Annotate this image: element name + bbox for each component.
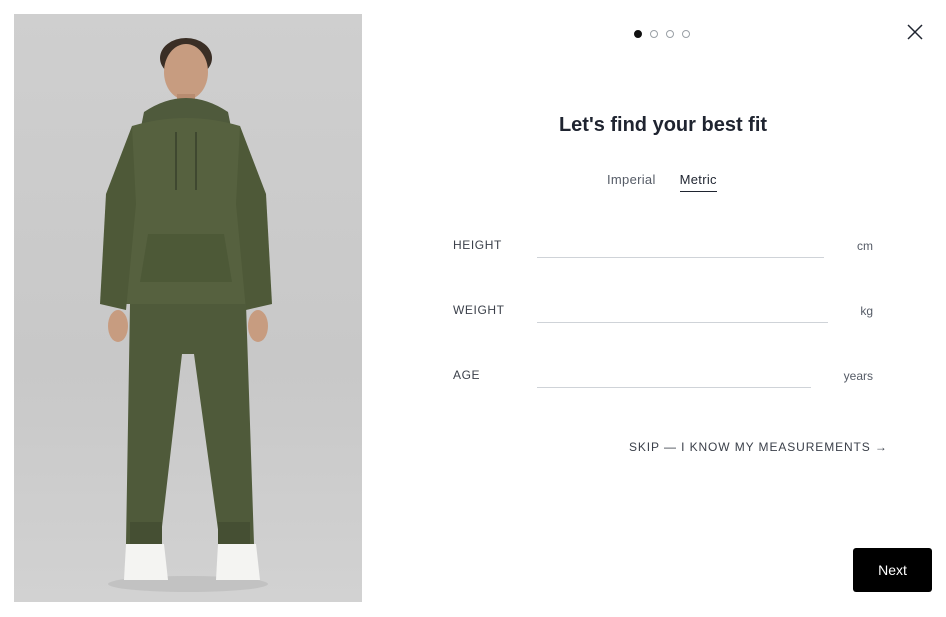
next-button[interactable]: Next: [853, 548, 932, 592]
step-dot-2: [650, 30, 658, 38]
model-illustration: [100, 38, 272, 592]
close-icon: [907, 24, 923, 40]
age-unit: years: [843, 369, 873, 383]
close-button[interactable]: [905, 22, 925, 42]
height-row: HEIGHT cm: [453, 231, 873, 267]
age-input[interactable]: [537, 361, 811, 388]
model-photo: [14, 14, 362, 602]
step-dot-1: [634, 30, 642, 38]
age-row: AGE years: [453, 361, 873, 397]
height-unit: cm: [857, 239, 873, 253]
tab-metric[interactable]: Metric: [679, 172, 717, 192]
skip-link[interactable]: SKIP — I KNOW MY MEASUREMENTS →: [629, 440, 887, 454]
weight-row: WEIGHT kg: [453, 296, 873, 332]
weight-input[interactable]: [537, 296, 828, 323]
unit-toggle: Imperial Metric: [607, 172, 717, 192]
weight-unit: kg: [860, 304, 873, 318]
page-title: Let's find your best fit: [558, 114, 768, 136]
weight-label: WEIGHT: [453, 303, 505, 317]
step-indicator: [634, 30, 690, 38]
step-dot-4: [682, 30, 690, 38]
height-input[interactable]: [537, 231, 824, 258]
tab-imperial[interactable]: Imperial: [607, 172, 656, 192]
height-label: HEIGHT: [453, 238, 502, 252]
step-dot-3: [666, 30, 674, 38]
age-label: AGE: [453, 368, 481, 382]
